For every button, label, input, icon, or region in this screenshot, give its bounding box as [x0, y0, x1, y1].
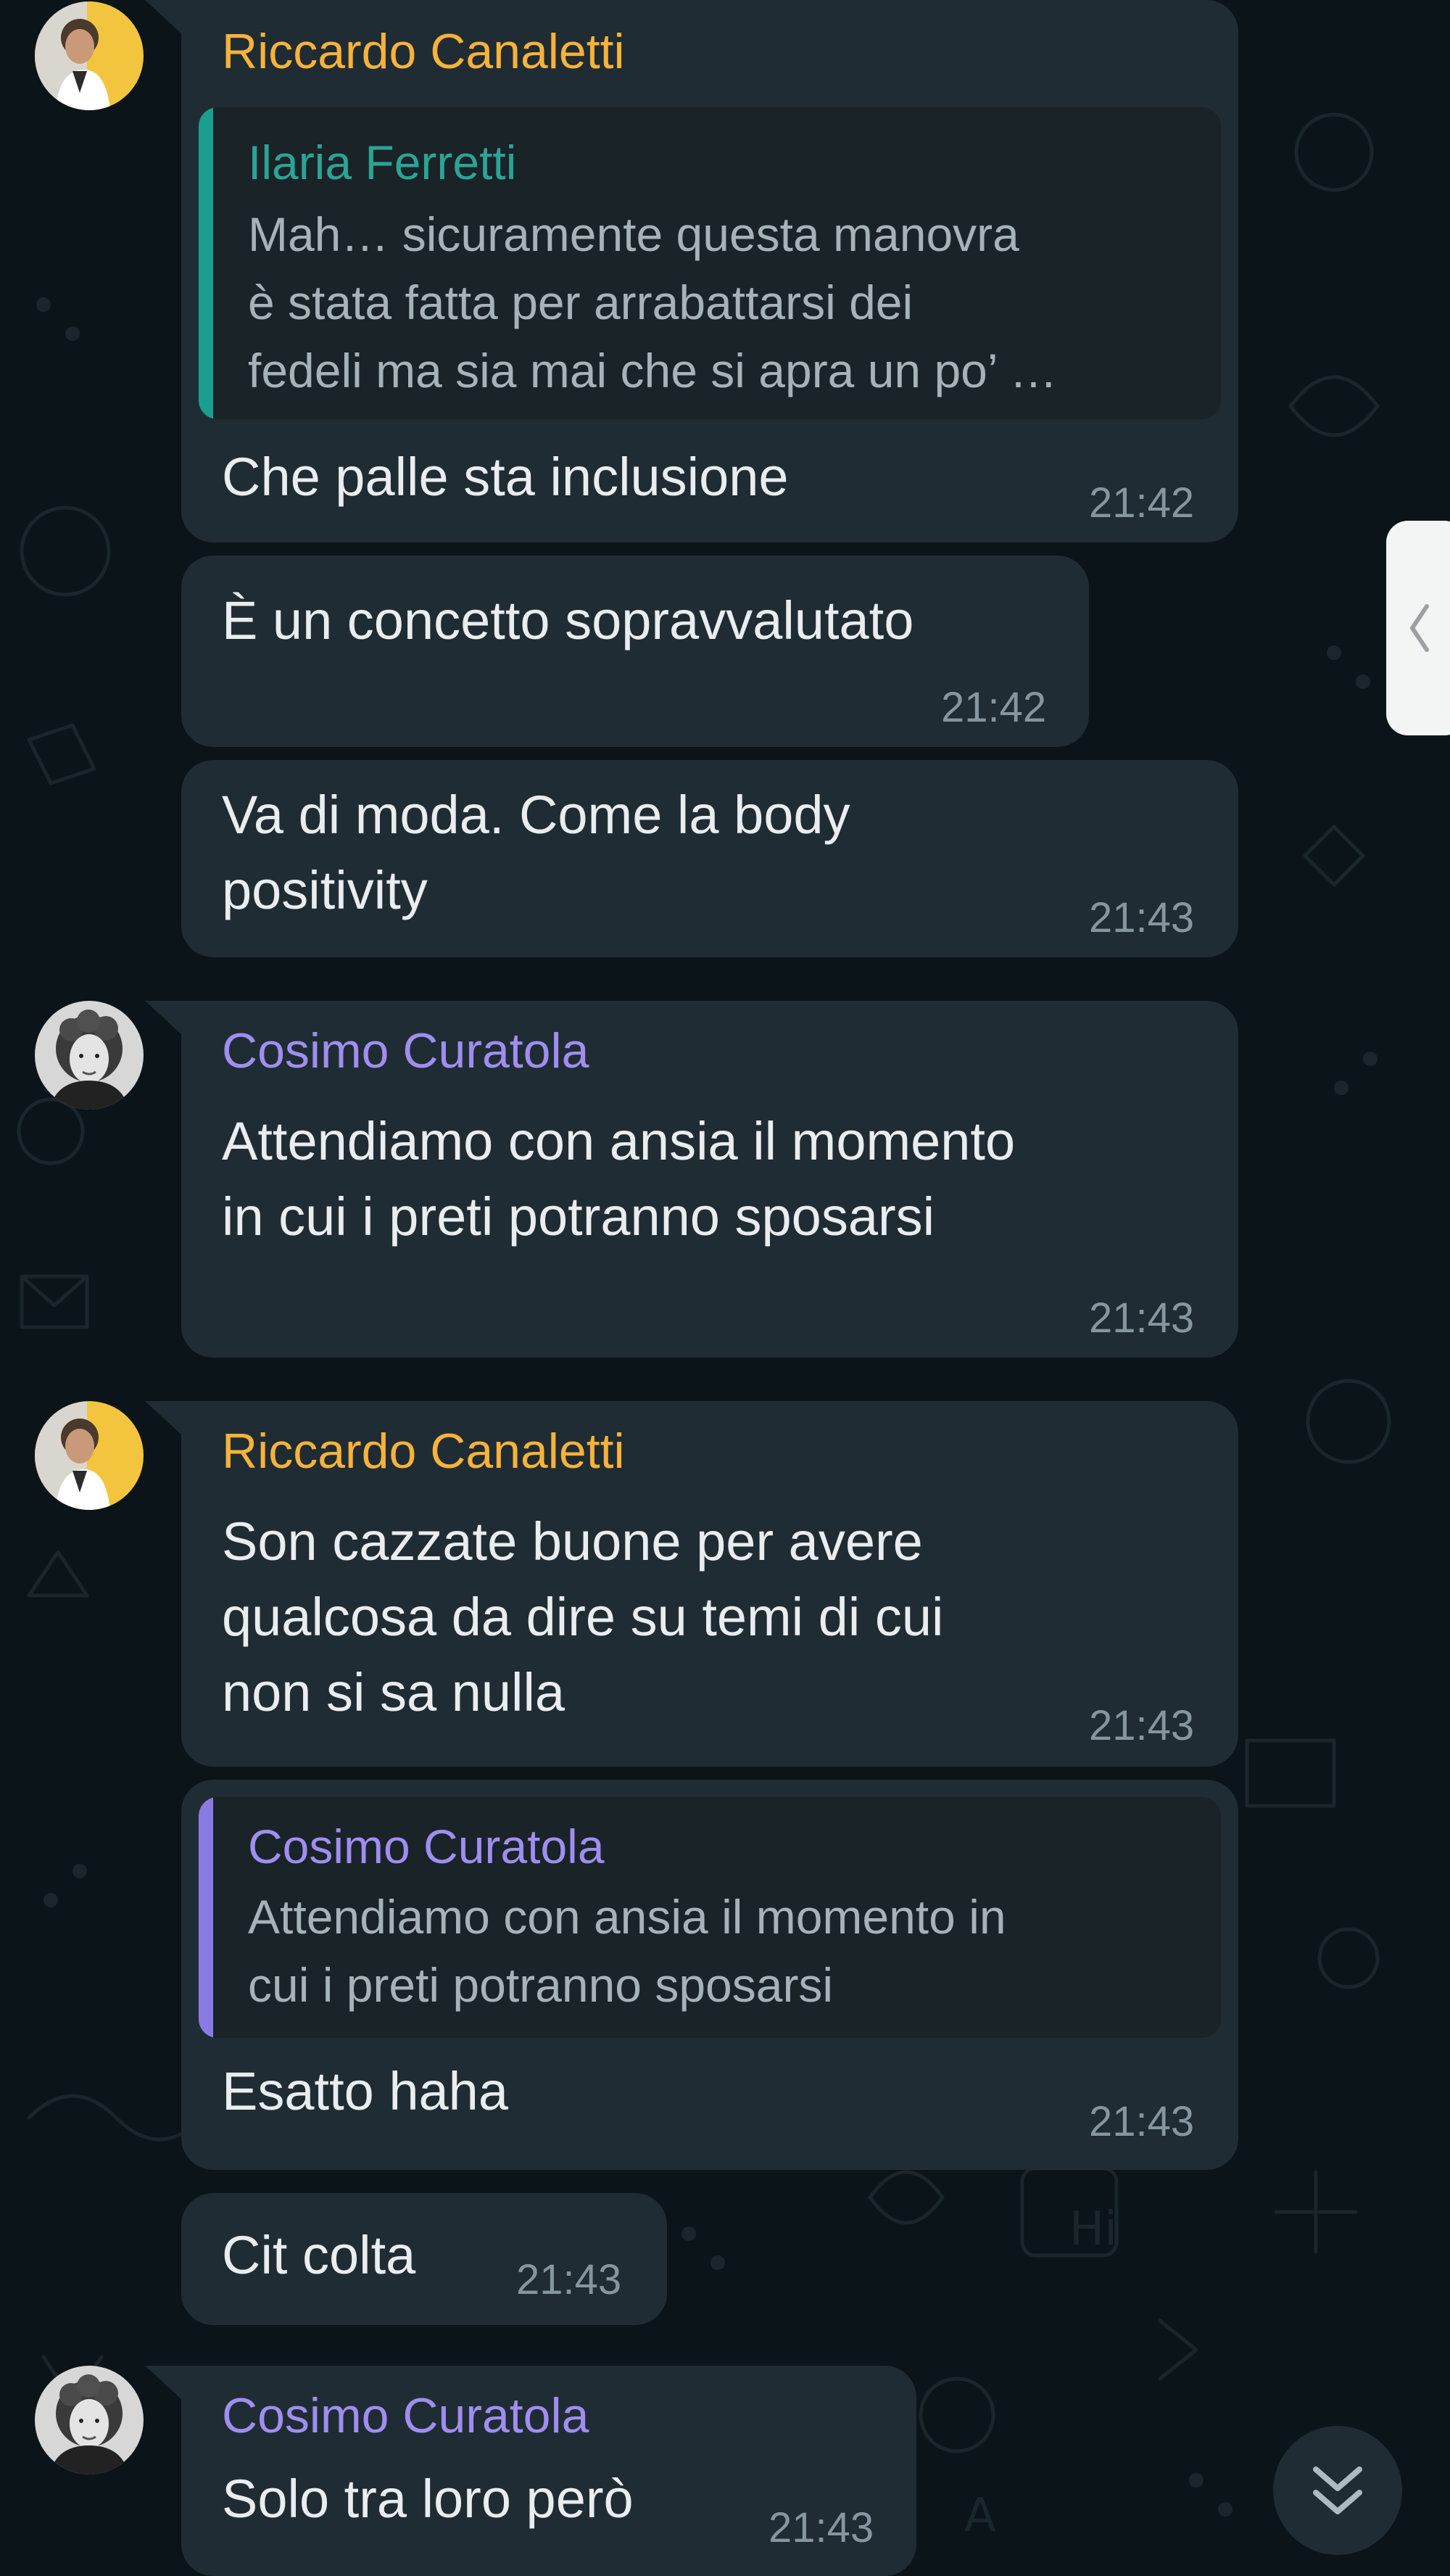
riccardo-avatar[interactable]: [35, 1401, 144, 1510]
svg-text:A: A: [964, 2489, 996, 2543]
message-text: Son cazzate buone per avere qualcosa da …: [222, 1511, 944, 1722]
message-time: 21:43: [1089, 2098, 1195, 2145]
sender-name[interactable]: Cosimo Curatola: [222, 2387, 589, 2444]
message-bubble[interactable]: Cit colta 21:43: [181, 2193, 667, 2325]
bubble-tail: [145, 2366, 181, 2399]
message-time: 21:42: [1089, 479, 1195, 527]
person-photo-icon: [35, 2366, 144, 2474]
cosimo-avatar[interactable]: [35, 2366, 144, 2474]
message-time: 21:43: [1089, 894, 1195, 941]
bubble-tail: [145, 0, 181, 33]
message-text: È un concetto sopravvalutato: [222, 590, 914, 651]
bubble-tail: [145, 1401, 181, 1434]
message-text: Va di moda. Come la body positivity: [222, 785, 850, 920]
message-text: Attendiamo con ansia il momento in cui i…: [222, 1111, 1016, 1247]
message-bubble[interactable]: Riccardo Canaletti Ilaria Ferretti Mah… …: [145, 0, 1238, 542]
message-bubble[interactable]: Cosimo Curatola Solo tra loro però 21:43: [145, 2366, 916, 2576]
message-text: Che palle sta inclusione: [222, 447, 789, 507]
quote-sender-name: Cosimo Curatola: [248, 1820, 605, 1873]
person-photo-icon: [35, 1001, 144, 1110]
scroll-to-bottom-button[interactable]: [1273, 2426, 1402, 2555]
message-bubble[interactable]: Cosimo Curatola Attendiamo con ansia il …: [181, 1780, 1238, 2170]
cosimo-avatar[interactable]: [35, 1001, 144, 1110]
svg-text:Hi: Hi: [1069, 2203, 1117, 2256]
person-photo-icon: [35, 1, 144, 110]
message-time: 21:43: [768, 2504, 874, 2551]
quote-sender-name: Ilaria Ferretti: [248, 136, 517, 189]
message-text: Esatto haha: [222, 2061, 508, 2121]
edge-panel-handle[interactable]: [1386, 521, 1450, 735]
bubble-tail: [145, 1001, 181, 1034]
quote-bar: [199, 107, 213, 419]
quoted-message[interactable]: Cosimo Curatola Attendiamo con ansia il …: [199, 1797, 1221, 2038]
message-bubble[interactable]: Riccardo Canaletti Son cazzate buone per…: [145, 1401, 1238, 1767]
message-bubble[interactable]: Cosimo Curatola Attendiamo con ansia il …: [145, 1001, 1238, 1358]
message-time: 21:42: [941, 684, 1047, 731]
message-time: 21:43: [516, 2256, 622, 2303]
message-text: Solo tra loro però: [222, 2469, 634, 2529]
riccardo-avatar[interactable]: [35, 1, 144, 110]
message-bubble[interactable]: Va di moda. Come la body positivity 21:4…: [181, 760, 1238, 957]
person-photo-icon: [35, 1401, 144, 1510]
sender-name[interactable]: Riccardo Canaletti: [222, 23, 625, 80]
sender-name[interactable]: Cosimo Curatola: [222, 1023, 589, 1079]
message-time: 21:43: [1089, 1295, 1195, 1342]
quote-text: Attendiamo con ansia il momento in cui i…: [248, 1890, 1006, 2012]
chevron-left-icon: [1410, 604, 1429, 652]
double-chevron-down-icon: [1313, 2466, 1362, 2514]
sender-name[interactable]: Riccardo Canaletti: [222, 1423, 625, 1479]
message-text: Cit colta: [222, 2225, 416, 2285]
quote-text: Mah… sicuramente questa manovra è stata …: [248, 207, 1058, 397]
quote-bar: [199, 1797, 213, 2038]
quoted-message[interactable]: Ilaria Ferretti Mah… sicuramente questa …: [199, 107, 1221, 419]
message-bubble[interactable]: È un concetto sopravvalutato 21:42: [181, 556, 1089, 747]
message-time: 21:43: [1089, 1702, 1195, 1749]
